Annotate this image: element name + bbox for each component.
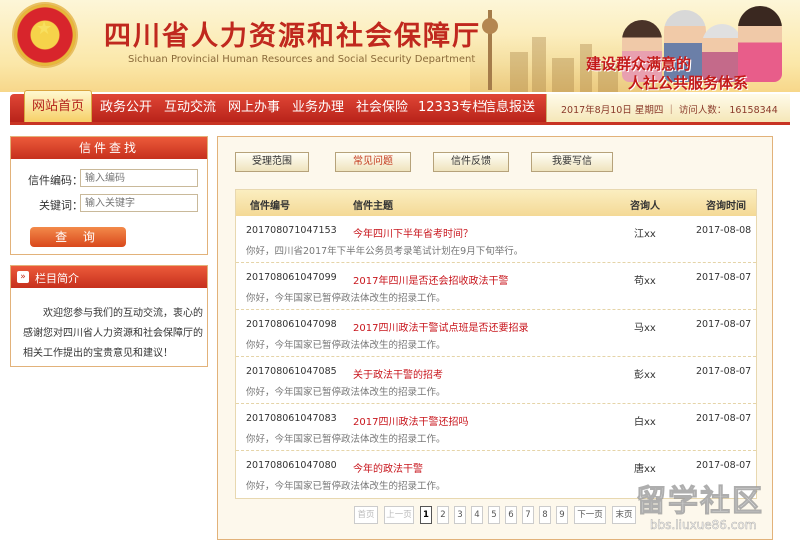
page-5[interactable]: 5 xyxy=(488,506,500,524)
watermark-url: bbs.liuxue86.com xyxy=(650,518,757,533)
letter-reply: 你好，四川省2017年下半年公务员考录笔试计划在9月下旬举行。 xyxy=(246,246,524,257)
nav-item-interaction[interactable]: 互动交流 xyxy=(164,94,216,122)
page-6[interactable]: 6 xyxy=(505,506,517,524)
letter-title-link[interactable]: 2017四川政法干警还招吗 xyxy=(353,413,468,428)
col-header-id: 信件编号 xyxy=(250,201,290,212)
letter-id: 201708061047098 xyxy=(246,319,337,330)
intro-text: 欢迎您参与我们的互动交流，衷心的感谢您对四川省人力资源和社会保障厅的相关工作提出… xyxy=(23,308,203,359)
tab-feedback[interactable]: 信件反馈 xyxy=(433,152,509,172)
letter-reply: 你好，今年国家已暂停政法体改生的招录工作。 xyxy=(246,434,446,445)
nav-item-info-report[interactable]: 信息报送 xyxy=(483,94,535,122)
page-first[interactable]: 首页 xyxy=(354,506,378,524)
site-title: 四川省人力资源和社会保障厅 xyxy=(104,21,481,52)
watermark-logo: 留学社区 bbs.liuxue86.com xyxy=(610,470,790,544)
letter-title-link[interactable]: 关于政法干警的招考 xyxy=(353,366,443,381)
nav-item-business[interactable]: 业务办理 xyxy=(292,94,344,122)
nav-item-12333[interactable]: 12333专栏 xyxy=(418,94,485,122)
letter-id: 201708061047085 xyxy=(246,366,337,377)
column-intro-panel: » 栏目简介 欢迎您参与我们的互动交流，衷心的感谢您对四川省人力资源和社会保障厅… xyxy=(10,265,208,367)
page-4[interactable]: 4 xyxy=(471,506,483,524)
code-input[interactable] xyxy=(80,169,198,187)
nav-item-home[interactable]: 网站首页 xyxy=(24,90,92,122)
keyword-input[interactable] xyxy=(80,194,198,212)
tab-scope[interactable]: 受理范围 xyxy=(235,152,309,172)
keyword-label: 关键词： xyxy=(39,199,83,212)
nav-item-social-insurance[interactable]: 社会保险 xyxy=(356,94,408,122)
page-next[interactable]: 下一页 xyxy=(574,506,606,524)
col-header-person: 咨询人 xyxy=(630,201,660,212)
letter-title-link[interactable]: 今年四川下半年省考时间？ xyxy=(353,225,473,240)
letter-date: 2017-08-07 xyxy=(696,319,752,330)
letter-person: 彭xx xyxy=(634,370,656,381)
letter-reply: 你好，今年国家已暂停政法体改生的招录工作。 xyxy=(246,293,446,304)
letter-person: 苟xx xyxy=(634,276,656,287)
letter-id: 201708061047083 xyxy=(246,413,337,424)
page-2[interactable]: 2 xyxy=(437,506,449,524)
table-row: 201708061047083 2017四川政法干警还招吗 白xx 2017-0… xyxy=(236,404,756,451)
page-9[interactable]: 9 xyxy=(556,506,568,524)
table-row: 20170807104715​3 今年四川下半年省考时间？ 江xx 2017-0… xyxy=(236,216,756,263)
page-7[interactable]: 7 xyxy=(522,506,534,524)
date-visitor-bar: 2017年8月10日 星期四 ｜ 访问人数： 16158344 xyxy=(546,94,790,122)
main-nav: 网站首页 政务公开 互动交流 网上办事 业务办理 社会保险 12333专栏 信息… xyxy=(10,90,790,122)
slogan-line-2: 人社公共服务体系 xyxy=(628,74,749,92)
letter-reply: 你好，今年国家已暂停政法体改生的招录工作。 xyxy=(246,340,446,351)
tab-faq[interactable]: 常见问题 xyxy=(335,152,411,172)
watermark-text: 留学社区 xyxy=(636,484,764,520)
page-1[interactable]: 1 xyxy=(420,506,432,524)
slogan-line-1: 建设群众满意的 xyxy=(586,55,692,73)
letter-date: 2017-08-07 xyxy=(696,413,752,424)
letter-id: 201708061047080 xyxy=(246,460,337,471)
letter-person: 白xx xyxy=(634,417,656,428)
page-3[interactable]: 3 xyxy=(454,506,466,524)
tv-tower-top xyxy=(482,18,498,34)
table-row: 201708061047099 2017年四川是否还会招收政法干警 苟xx 20… xyxy=(236,263,756,310)
national-emblem-icon: ★ xyxy=(14,4,76,66)
letter-id: 201708061047099 xyxy=(246,272,337,283)
intro-title: 栏目简介 xyxy=(35,272,79,285)
letter-title-link[interactable]: 2017年四川是否还会招收政法干警 xyxy=(353,272,508,287)
query-button[interactable]: 查 询 xyxy=(30,227,126,247)
letter-person: 江xx xyxy=(634,229,656,240)
letter-id: 20170807104715​3 xyxy=(246,225,337,236)
tab-write-letter[interactable]: 我要写信 xyxy=(531,152,613,172)
letter-title-link[interactable]: 今年的政法干警 xyxy=(353,460,423,475)
letters-list: 信件编号 信件主题 咨询人 咨询时间 20170807104715​3 今年四川… xyxy=(235,189,757,499)
page-8[interactable]: 8 xyxy=(539,506,551,524)
col-header-title: 信件主题 xyxy=(353,201,393,212)
list-header: 信件编号 信件主题 咨询人 咨询时间 xyxy=(236,190,756,216)
letter-reply: 你好，今年国家已暂停政法体改生的招录工作。 xyxy=(246,481,446,492)
col-header-time: 咨询时间 xyxy=(706,201,746,212)
date-visitor-text: 2017年8月10日 星期四 ｜ 访问人数： 16158344 xyxy=(561,105,778,116)
letter-date: 2017-08-07 xyxy=(696,366,752,377)
letter-person: 马xx xyxy=(634,323,656,334)
letter-title-link[interactable]: 2017四川政法干警试点班是否还要招录 xyxy=(353,319,528,334)
site-subtitle: Sichuan Provincial Human Resources and S… xyxy=(128,54,476,65)
nav-item-gov-affairs[interactable]: 政务公开 xyxy=(100,94,152,122)
page-prev[interactable]: 上一页 xyxy=(384,506,414,524)
letter-date: 2017-08-08 xyxy=(696,225,752,236)
table-row: 201708061047098 2017四川政法干警试点班是否还要招录 马xx … xyxy=(236,310,756,357)
site-header: ★ 四川省人力资源和社会保障厅 Sichuan Provincial Human… xyxy=(0,0,800,92)
table-row: 201708061047085 关于政法干警的招考 彭xx 2017-08-07… xyxy=(236,357,756,404)
nav-item-online-service[interactable]: 网上办事 xyxy=(228,94,280,122)
search-panel-title: 信件查找 xyxy=(11,137,207,159)
arrow-icon: » xyxy=(17,271,29,283)
code-label: 信件编码： xyxy=(28,174,83,187)
intro-panel-header: » 栏目简介 xyxy=(11,266,207,288)
letter-reply: 你好，今年国家已暂停政法体改生的招录工作。 xyxy=(246,387,446,398)
letter-date: 2017-08-07 xyxy=(696,272,752,283)
